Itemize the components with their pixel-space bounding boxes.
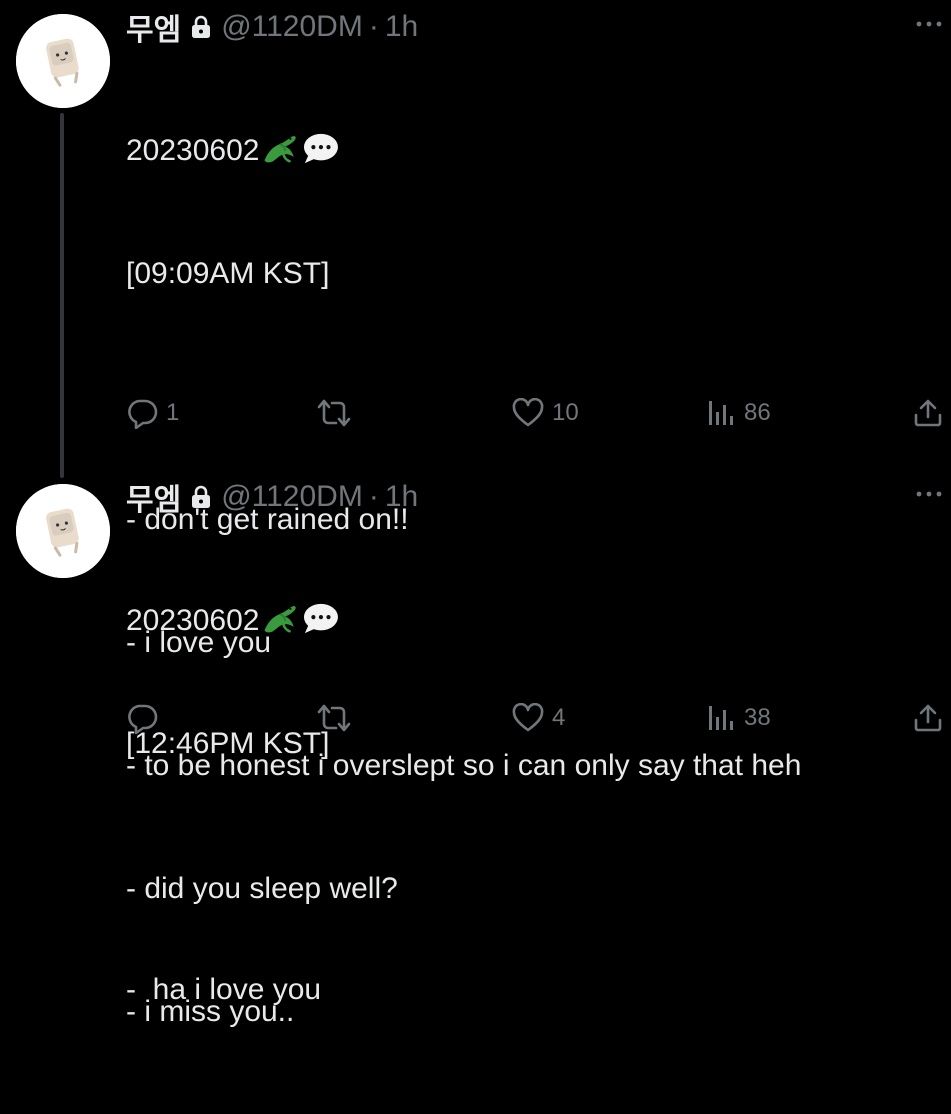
views-button[interactable]: 86 [708,393,771,433]
share-button[interactable] [913,698,943,738]
speech-balloon-emoji-icon [301,132,339,166]
tweet-2[interactable]: 무엠 @1120DM · 1h 20230602 [12:46PM KST] -… [0,470,951,1006]
views-chart-icon [708,399,736,427]
retweet-icon [316,702,352,734]
avatar[interactable] [16,484,110,578]
share-icon [913,703,943,733]
user-handle[interactable]: @1120DM [221,10,363,44]
retweet-button[interactable] [316,393,360,433]
reply-button[interactable]: 1 [126,393,179,433]
heart-icon [512,398,544,428]
text-line: 20230602 [126,600,339,641]
lock-icon [191,15,211,39]
views-count: 38 [744,704,771,731]
like-count: 4 [552,704,566,731]
tweet-actions: 1 10 86 [126,393,951,433]
views-chart-icon [708,704,736,732]
avatar-image [16,14,110,108]
crocodile-emoji-icon [261,604,299,636]
like-count: 10 [552,399,579,426]
time-text: [09:09AM KST] [126,257,330,290]
retweet-button[interactable] [316,698,360,738]
share-icon [913,398,943,428]
like-button[interactable]: 10 [512,393,579,433]
user-handle[interactable]: @1120DM [221,480,363,514]
speech-balloon-emoji-icon [301,602,339,636]
tweet-actions: 4 38 [126,698,951,738]
crocodile-emoji-icon [261,134,299,166]
date-text: 20230602 [126,604,260,637]
separator-dot: · [368,10,379,43]
retweet-icon [316,397,352,429]
heart-icon [512,703,544,733]
tweet-1[interactable]: 무엠 @1120DM · 1h 20230602 [09:09AM KST] -… [0,0,951,1028]
avatar-image [16,484,110,578]
views-count: 86 [744,399,771,426]
reply-count: 1 [166,399,180,426]
avatar[interactable] [16,14,110,108]
like-button[interactable]: 4 [512,698,565,738]
reply-icon [126,397,158,429]
tweet-header: 무엠 @1120DM · 1h [126,475,418,519]
tweet-text: 20230602 [12:46PM KST] - ha i love you [126,518,339,1092]
tweet-header: 무엠 @1120DM · 1h [126,5,418,49]
text-line: - ha i love you [126,973,322,1006]
reply-button[interactable] [126,698,166,738]
thread-connector-line [60,113,64,478]
reply-icon [126,702,158,734]
lock-icon [191,485,211,509]
timestamp[interactable]: 1h [385,10,418,44]
more-options-icon[interactable] [915,484,943,504]
views-button[interactable]: 38 [708,698,771,738]
more-options-icon[interactable] [915,14,943,34]
share-button[interactable] [913,393,943,433]
display-name[interactable]: 무엠 [126,475,181,519]
date-text: 20230602 [126,134,260,167]
text-line: 20230602 [126,130,801,171]
display-name[interactable]: 무엠 [126,5,181,49]
separator-dot: · [368,480,379,513]
timestamp[interactable]: 1h [385,480,418,514]
